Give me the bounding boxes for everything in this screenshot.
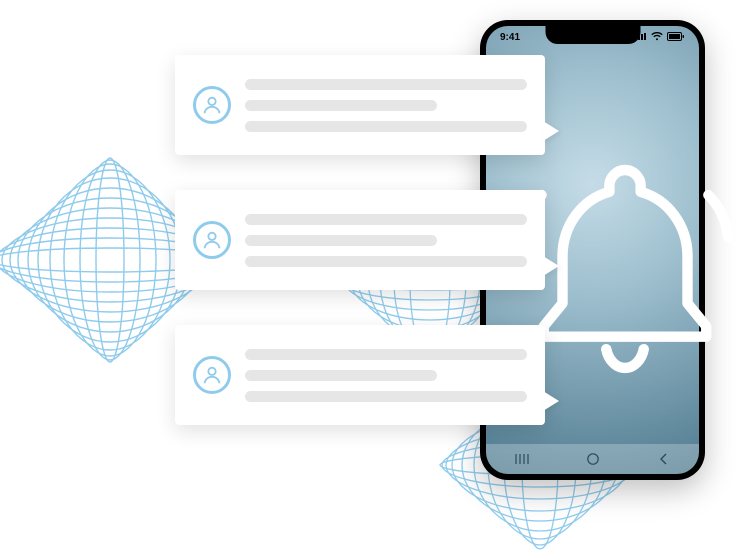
status-right xyxy=(635,32,685,43)
placeholder-line xyxy=(245,214,527,225)
nav-recent-icon[interactable] xyxy=(513,450,531,468)
placeholder-line xyxy=(245,370,437,381)
placeholder-line xyxy=(245,235,437,246)
user-icon xyxy=(201,229,223,251)
card-body xyxy=(245,349,527,402)
illustration-stage: 9:41 xyxy=(0,0,750,500)
placeholder-line xyxy=(245,79,527,90)
notification-card[interactable] xyxy=(175,190,545,290)
card-body xyxy=(245,214,527,267)
notification-card[interactable] xyxy=(175,55,545,155)
placeholder-line xyxy=(245,100,437,111)
wifi-icon xyxy=(651,32,663,43)
android-navbar xyxy=(486,444,699,474)
phone-notch xyxy=(545,26,640,44)
battery-icon xyxy=(667,32,685,43)
user-icon xyxy=(201,94,223,116)
status-time: 9:41 xyxy=(500,32,520,43)
avatar xyxy=(193,356,231,394)
placeholder-line xyxy=(245,391,527,402)
placeholder-line xyxy=(245,349,527,360)
avatar xyxy=(193,86,231,124)
card-body xyxy=(245,79,527,132)
placeholder-line xyxy=(245,256,527,267)
notification-card[interactable] xyxy=(175,325,545,425)
nav-back-icon[interactable] xyxy=(655,450,673,468)
avatar xyxy=(193,221,231,259)
user-icon xyxy=(201,364,223,386)
nav-home-icon[interactable] xyxy=(584,450,602,468)
placeholder-line xyxy=(245,121,527,132)
